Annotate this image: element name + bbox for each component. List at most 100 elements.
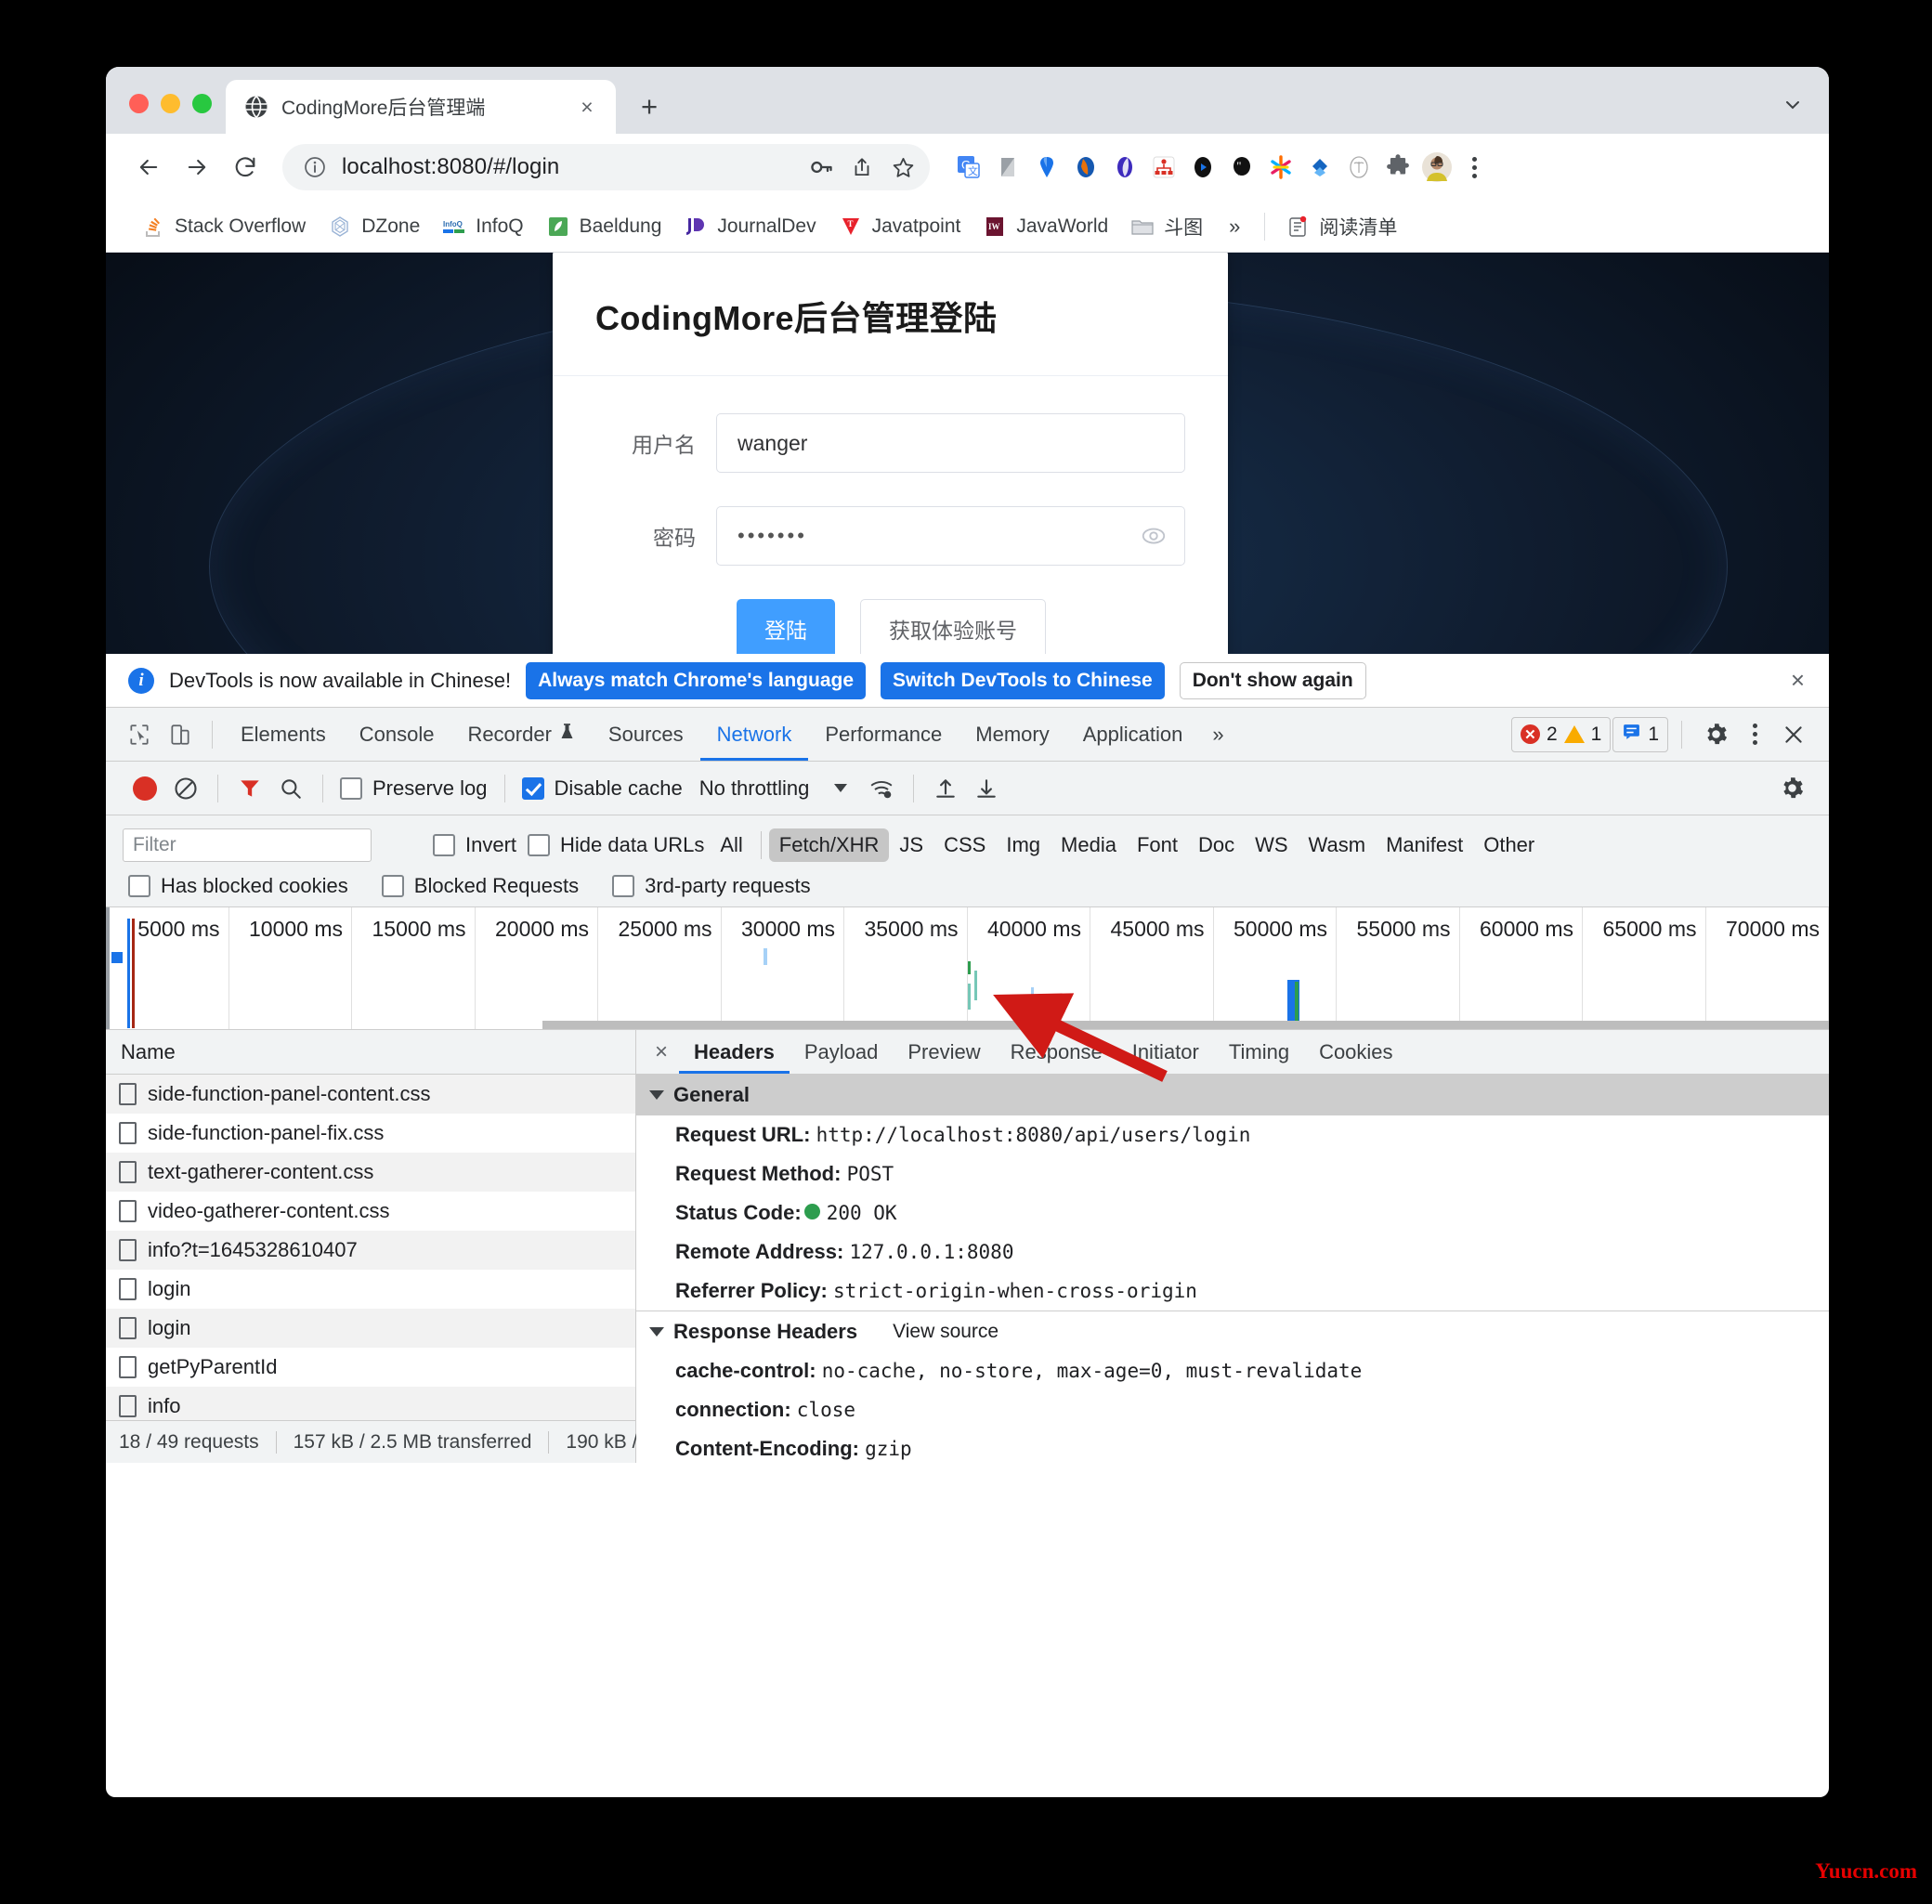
throttling-select[interactable]: No throttling — [688, 776, 821, 801]
filter-type-js[interactable]: JS — [889, 828, 933, 862]
clear-icon[interactable] — [165, 768, 206, 809]
bookmark-javaworld[interactable]: IW JavaWorld — [972, 209, 1119, 244]
black-play-icon[interactable] — [1184, 149, 1221, 186]
eye-icon[interactable] — [1140, 522, 1168, 550]
reading-list-button[interactable]: 阅读清单 — [1274, 207, 1408, 246]
filter-type-img[interactable]: Img — [996, 828, 1051, 862]
login-submit-button[interactable]: 登陆 — [737, 599, 835, 654]
tab-application[interactable]: Application — [1066, 709, 1200, 761]
tab-payload[interactable]: Payload — [790, 1030, 894, 1074]
star-icon[interactable] — [889, 153, 917, 181]
tab-preview[interactable]: Preview — [893, 1030, 995, 1074]
filter-type-other[interactable]: Other — [1473, 828, 1545, 862]
info-circle-icon[interactable] — [301, 153, 329, 181]
password-input[interactable]: ••••••• — [716, 506, 1185, 566]
bookmark-dzone[interactable]: DZone — [317, 209, 431, 244]
filter-type-doc[interactable]: Doc — [1188, 828, 1245, 862]
reload-button[interactable] — [223, 145, 268, 189]
gear-icon[interactable] — [1695, 714, 1736, 755]
tab-cookies[interactable]: Cookies — [1304, 1030, 1407, 1074]
table-row[interactable]: login — [106, 1309, 635, 1348]
more-tabs-icon[interactable]: » — [1199, 723, 1236, 747]
timeline-scrollbar[interactable] — [542, 1021, 1829, 1029]
table-row[interactable]: side-function-panel-fix.css — [106, 1114, 635, 1153]
forward-button[interactable] — [175, 145, 219, 189]
response-headers-section-header[interactable]: Response Headers View source — [636, 1311, 1829, 1351]
network-overview-timeline[interactable]: 5000 ms 10000 ms 15000 ms 20000 ms 25000… — [106, 907, 1829, 1030]
tab-recorder[interactable]: Recorder — [450, 709, 591, 761]
filter-type-wasm[interactable]: Wasm — [1299, 828, 1377, 862]
chevron-down-icon[interactable] — [820, 768, 861, 809]
tab-timing[interactable]: Timing — [1214, 1030, 1304, 1074]
always-match-language-button[interactable]: Always match Chrome's language — [526, 661, 867, 699]
address-bar[interactable]: localhost:8080/#/login — [282, 144, 930, 190]
close-tab-button[interactable]: × — [573, 93, 601, 121]
grey-square-icon[interactable] — [989, 149, 1026, 186]
browser-tab[interactable]: CodingMore后台管理端 × — [226, 80, 616, 134]
bookmark-folder-doutu[interactable]: 斗图 — [1119, 207, 1214, 246]
inspect-cursor-icon[interactable] — [119, 714, 160, 755]
tab-network[interactable]: Network — [700, 709, 809, 761]
purple-swirl-icon[interactable] — [1106, 149, 1143, 186]
table-row[interactable]: info — [106, 1387, 635, 1420]
bookmark-baeldung[interactable]: Baeldung — [535, 209, 673, 244]
tab-elements[interactable]: Elements — [224, 709, 343, 761]
filter-type-manifest[interactable]: Manifest — [1376, 828, 1473, 862]
back-button[interactable] — [126, 145, 171, 189]
speech-bubble-icon[interactable]: '' — [1223, 149, 1260, 186]
new-tab-button[interactable]: + — [629, 85, 670, 126]
tab-performance[interactable]: Performance — [808, 709, 959, 761]
close-notice-icon[interactable]: × — [1791, 666, 1808, 695]
message-counter[interactable]: 1 — [1612, 716, 1668, 752]
tab-console[interactable]: Console — [343, 709, 451, 761]
close-devtools-icon[interactable] — [1773, 714, 1814, 755]
network-settings-gear-icon[interactable] — [1771, 768, 1812, 809]
blue-diamond-icon[interactable] — [1301, 149, 1338, 186]
issue-counters[interactable]: ✕ 2 1 — [1510, 716, 1612, 752]
table-row[interactable]: side-function-panel-content.css — [106, 1075, 635, 1114]
dont-show-again-button[interactable]: Don't show again — [1179, 661, 1366, 699]
has-blocked-cookies-checkbox[interactable]: Has blocked cookies — [123, 874, 354, 898]
chevron-down-icon[interactable] — [1781, 93, 1805, 117]
hide-data-urls-checkbox[interactable]: Hide data URLs — [522, 833, 710, 857]
invert-checkbox[interactable]: Invert — [427, 833, 522, 857]
devtools-more-icon[interactable] — [1738, 716, 1771, 753]
import-har-icon[interactable] — [925, 768, 966, 809]
filter-type-ws[interactable]: WS — [1245, 828, 1298, 862]
google-translate-icon[interactable]: G文 — [950, 149, 987, 186]
general-section-header[interactable]: General — [636, 1075, 1829, 1115]
filter-type-fetch-xhr[interactable]: Fetch/XHR — [768, 828, 890, 862]
request-column-header[interactable]: Name — [106, 1030, 635, 1075]
disable-cache-checkbox[interactable]: Disable cache — [516, 776, 688, 801]
tab-memory[interactable]: Memory — [959, 709, 1065, 761]
filter-type-all[interactable]: All — [710, 828, 752, 862]
filter-type-css[interactable]: CSS — [933, 828, 996, 862]
minimize-window-button[interactable] — [161, 94, 180, 113]
kebab-menu-icon[interactable] — [1457, 149, 1491, 186]
table-row[interactable]: info?t=1645328610407 — [106, 1231, 635, 1270]
blue-pin-icon[interactable] — [1028, 149, 1065, 186]
device-toggle-icon[interactable] — [160, 714, 201, 755]
switch-to-chinese-button[interactable]: Switch DevTools to Chinese — [881, 661, 1165, 699]
puzzle-piece-icon[interactable] — [1379, 149, 1416, 186]
table-row[interactable]: getPyParentId — [106, 1348, 635, 1387]
key-icon[interactable] — [807, 153, 835, 181]
table-row[interactable]: text-gatherer-content.css — [106, 1153, 635, 1192]
filter-type-media[interactable]: Media — [1051, 828, 1127, 862]
bookmark-javatpoint[interactable]: T Javatpoint — [828, 209, 973, 244]
blocked-requests-checkbox[interactable]: Blocked Requests — [376, 874, 584, 898]
close-detail-icon[interactable]: × — [649, 1039, 679, 1065]
close-window-button[interactable] — [129, 94, 149, 113]
username-input[interactable]: wanger — [716, 413, 1185, 473]
maximize-window-button[interactable] — [192, 94, 212, 113]
network-conditions-icon[interactable] — [861, 768, 902, 809]
outline-palm-icon[interactable] — [1340, 149, 1377, 186]
table-row[interactable]: video-gatherer-content.css — [106, 1192, 635, 1231]
orange-circle-icon[interactable] — [1067, 149, 1104, 186]
filter-input[interactable]: Filter — [123, 828, 372, 862]
tab-response[interactable]: Response — [996, 1030, 1117, 1074]
search-icon[interactable] — [270, 768, 311, 809]
demo-account-button[interactable]: 获取体验账号 — [860, 599, 1046, 654]
table-row[interactable]: login — [106, 1270, 635, 1309]
export-har-icon[interactable] — [966, 768, 1007, 809]
